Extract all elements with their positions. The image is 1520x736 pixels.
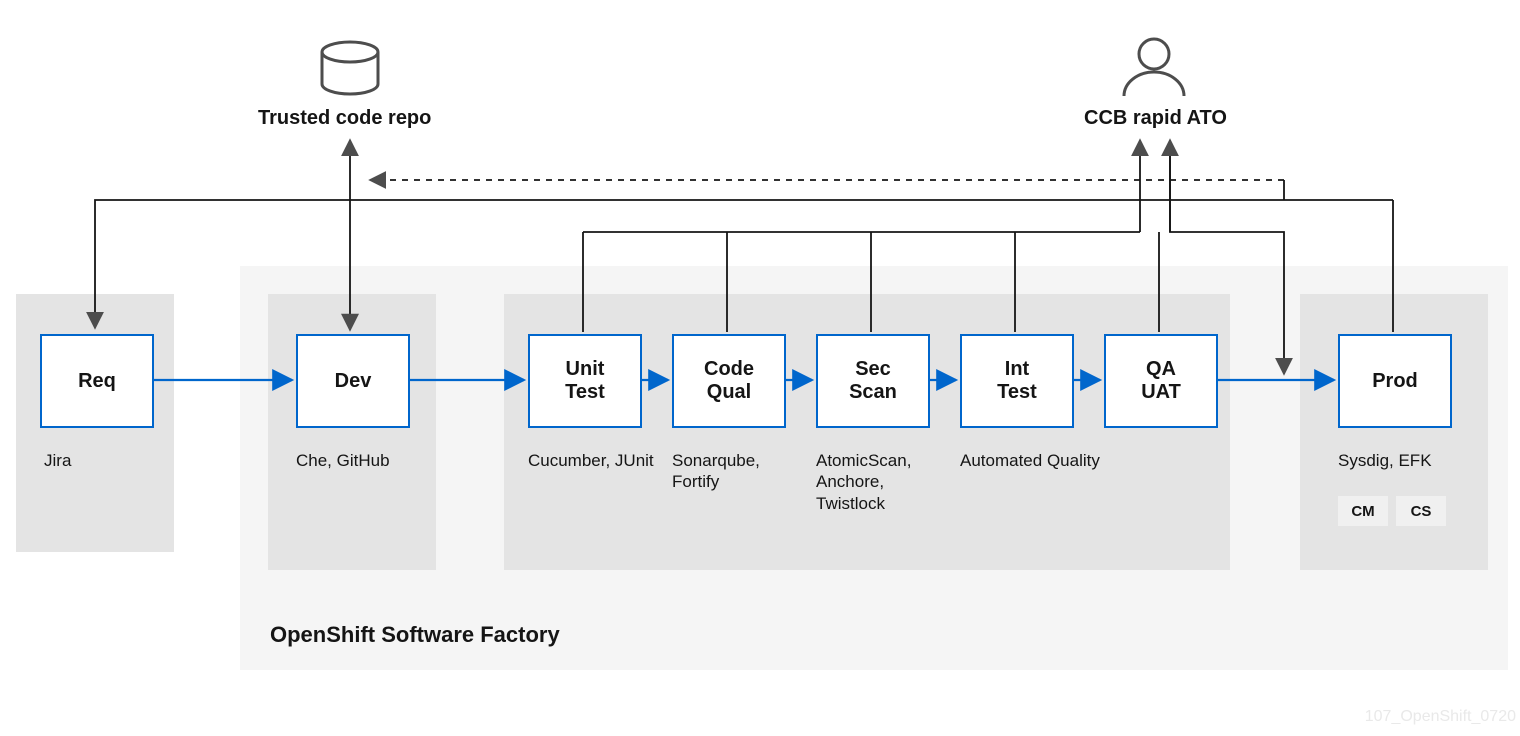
stage-dev: Dev bbox=[296, 334, 410, 428]
stage-unit: UnitTest bbox=[528, 334, 642, 428]
stage-int: IntTest bbox=[960, 334, 1074, 428]
stage-prod: Prod bbox=[1338, 334, 1452, 428]
tools-qual: Sonarqube, Fortify bbox=[672, 450, 802, 493]
stage-qual: CodeQual bbox=[672, 334, 786, 428]
watermark: 107_OpenShift_0720 bbox=[1365, 708, 1516, 726]
tag-cs: CS bbox=[1396, 496, 1446, 526]
tag-cm: CM bbox=[1338, 496, 1388, 526]
tools-req: Jira bbox=[44, 450, 71, 471]
user-icon bbox=[1124, 39, 1184, 96]
stage-qa: QAUAT bbox=[1104, 334, 1218, 428]
trusted-repo-label: Trusted code repo bbox=[258, 107, 431, 130]
tools-int: Automated Quality bbox=[960, 450, 1210, 471]
ccb-label: CCB rapid ATO bbox=[1084, 107, 1227, 130]
stage-req: Req bbox=[40, 334, 154, 428]
database-icon bbox=[322, 42, 378, 94]
stage-sec: SecScan bbox=[816, 334, 930, 428]
factory-title: OpenShift Software Factory bbox=[270, 622, 560, 648]
tools-prod: Sysdig, EFK bbox=[1338, 450, 1488, 471]
tools-dev: Che, GitHub bbox=[296, 450, 390, 471]
tools-sec: AtomicScan, Anchore, Twistlock bbox=[816, 450, 946, 514]
tools-unit: Cucumber, JUnit bbox=[528, 450, 658, 471]
